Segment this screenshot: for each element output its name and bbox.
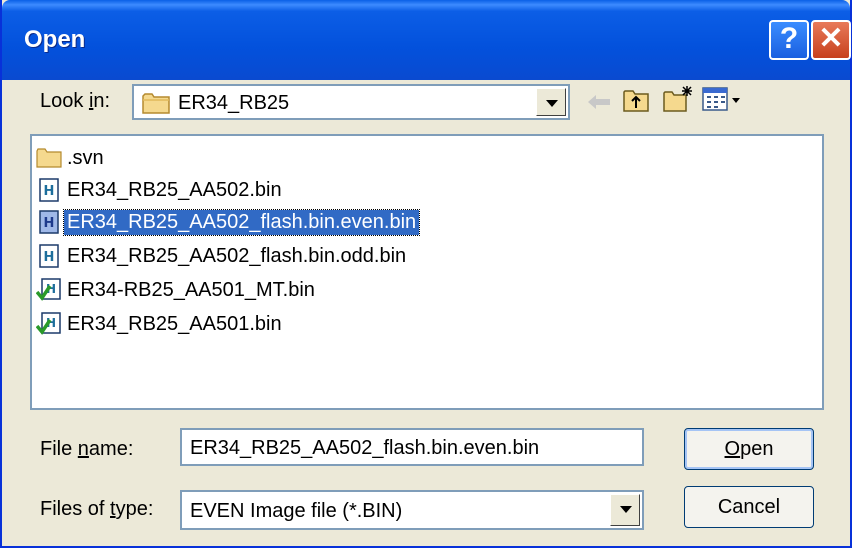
file-name: ER34_RB25_AA502_flash.bin.even.bin [62, 208, 421, 236]
folder-icon [36, 148, 62, 168]
chevron-down-icon [620, 506, 632, 513]
list-item[interactable]: H ER34_RB25_AA502_flash.bin.odd.bin [36, 240, 409, 272]
hex-file-icon: H [39, 210, 59, 234]
open-dialog: Open ? ✕ Look in: ER34_RB25 .svn H ER34_… [0, 0, 852, 548]
help-button[interactable]: ? [769, 20, 809, 60]
list-item[interactable]: H ER34_RB25_AA502.bin [36, 174, 285, 206]
list-item[interactable]: H ER34_RB25_AA501.bin [36, 308, 285, 340]
look-in-value: ER34_RB25 [178, 92, 290, 114]
svg-text:H: H [44, 216, 55, 231]
cancel-button[interactable]: Cancel [684, 486, 814, 528]
file-name-field[interactable]: ER34_RB25_AA502_flash.bin.even.bin [180, 428, 644, 466]
view-menu-icon[interactable] [702, 86, 742, 114]
open-button[interactable]: Open [684, 428, 814, 470]
title-bar[interactable]: Open ? ✕ [2, 0, 851, 80]
list-item[interactable]: H ER34-RB25_AA501_MT.bin [36, 274, 318, 306]
file-list[interactable]: .svn H ER34_RB25_AA502.bin H ER34_RB25_A… [30, 134, 824, 410]
file-type-value: EVEN Image file (*.BIN) [190, 500, 403, 522]
file-type-dropdown-button[interactable] [610, 494, 640, 526]
hex-file-icon: H [39, 178, 59, 202]
file-name: .svn [67, 146, 104, 169]
checked-hex-file-icon: H [36, 278, 61, 301]
window-title: Open [24, 26, 86, 53]
back-arrow-icon[interactable] [586, 92, 612, 112]
chevron-down-icon [546, 100, 558, 107]
new-folder-icon[interactable] [662, 84, 694, 114]
file-name: ER34_RB25_AA502.bin [67, 178, 282, 201]
help-icon: ? [779, 22, 799, 55]
folder-icon [142, 93, 170, 114]
hex-file-icon: H [39, 244, 59, 268]
look-in-dropdown-button[interactable] [536, 88, 566, 116]
checked-hex-file-icon: H [36, 312, 61, 335]
file-name: ER34_RB25_AA501.bin [67, 312, 282, 335]
svg-text:H: H [44, 250, 55, 265]
file-name-label: File name: [40, 438, 134, 460]
list-item[interactable]: H ER34_RB25_AA502_flash.bin.even.bin [36, 206, 421, 238]
list-item[interactable]: .svn [36, 142, 107, 174]
close-icon: ✕ [818, 22, 844, 55]
svg-text:H: H [44, 184, 55, 199]
look-in-label: Look in: [40, 90, 111, 112]
file-name: ER34-RB25_AA501_MT.bin [67, 278, 315, 301]
file-name: ER34_RB25_AA502_flash.bin.odd.bin [67, 244, 407, 267]
close-button[interactable]: ✕ [811, 20, 851, 60]
file-type-combobox[interactable]: EVEN Image file (*.BIN) [180, 490, 644, 530]
file-name-value: ER34_RB25_AA502_flash.bin.even.bin [190, 437, 540, 459]
up-folder-icon[interactable] [622, 86, 650, 114]
file-type-label: Files of type: [40, 498, 154, 520]
look-in-combobox[interactable]: ER34_RB25 [132, 84, 570, 120]
